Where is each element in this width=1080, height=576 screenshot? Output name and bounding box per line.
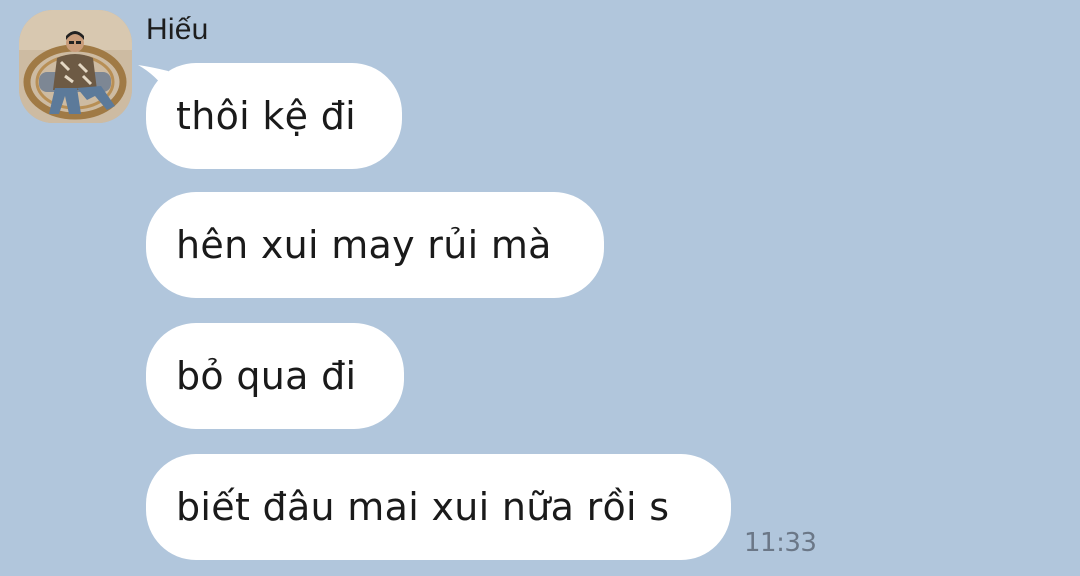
message-text: thôi kệ đi [176, 94, 357, 138]
message-bubble[interactable]: hên xui may rủi mà [146, 192, 604, 298]
message-bubble[interactable]: thôi kệ đi [146, 63, 402, 169]
message-bubble[interactable]: biết đâu mai xui nữa rồi s [146, 454, 731, 560]
message-text: bỏ qua đi [176, 354, 357, 398]
sender-name: Hiếu [146, 13, 209, 46]
profile-photo-icon [19, 10, 132, 123]
message-text: biết đâu mai xui nữa rồi s [176, 485, 670, 529]
message-text: hên xui may rủi mà [176, 223, 552, 267]
message-bubble[interactable]: bỏ qua đi [146, 323, 404, 429]
chat-message-area: Hiếu thôi kệ đi hên xui may rủi mà bỏ qu… [0, 0, 1080, 576]
sender-avatar[interactable] [19, 10, 132, 123]
message-timestamp: 11:33 [744, 528, 817, 558]
